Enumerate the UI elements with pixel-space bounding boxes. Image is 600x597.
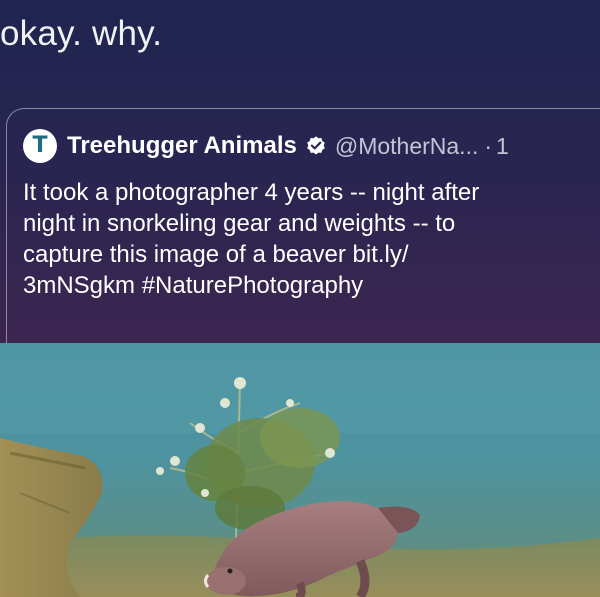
beaver-underwater-photo: [0, 343, 600, 597]
handle[interactable]: @MotherNa...: [335, 133, 479, 160]
quoted-tweet-header: T Treehugger Animals @MotherNa... · 1: [23, 129, 509, 163]
timestamp[interactable]: 1: [496, 133, 509, 160]
tweet-text-line: capture this image of a beaver bit.ly/: [23, 241, 409, 268]
tweet-text-line: night in snorkeling gear and weights -- …: [23, 210, 456, 237]
tweet-media-image[interactable]: [0, 343, 600, 597]
display-name[interactable]: Treehugger Animals: [67, 132, 297, 160]
tweet-text: It took a photographer 4 years -- night …: [23, 177, 600, 301]
verified-badge-icon: [307, 136, 325, 155]
post-caption: okay. why.: [0, 14, 163, 53]
avatar-letter: T: [32, 133, 48, 158]
tweet-text-line: 3mNSgkm #NaturePhotography: [23, 272, 364, 299]
quoted-tweet-card[interactable]: T Treehugger Animals @MotherNa... · 1 It…: [6, 108, 600, 349]
treehugger-logo-icon[interactable]: T: [23, 129, 57, 163]
meta-separator: ·: [484, 132, 493, 159]
tweet-text-line: It took a photographer 4 years -- night …: [23, 179, 480, 206]
